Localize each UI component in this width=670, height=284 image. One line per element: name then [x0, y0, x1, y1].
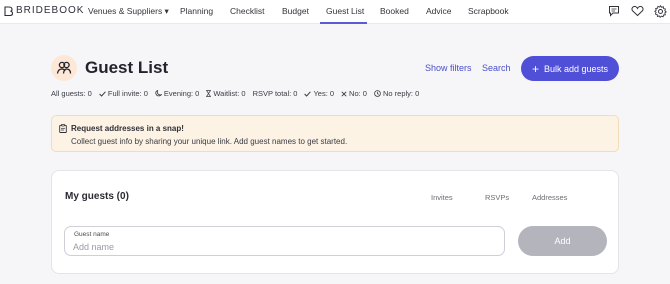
my-guests-title: My guests (0)	[65, 191, 129, 202]
guest-list-avatar	[51, 55, 77, 81]
column-rsvps: RSVPs	[485, 193, 510, 202]
my-guests-card: My guests (0) Invites RSVPs Addresses Gu…	[51, 170, 619, 274]
request-addresses-banner: Request addresses in a snap! Collect gue…	[51, 115, 619, 152]
stat-rsvp-total-text: RSVP total: 0	[252, 89, 298, 98]
stat-waitlist-text: Waitlist: 0	[213, 89, 246, 98]
guests-icon	[56, 61, 72, 74]
show-filters-link[interactable]: Show filters	[425, 63, 472, 73]
stat-rsvp-total: RSVP total: 0	[253, 89, 298, 98]
guest-name-label: Guest name	[74, 231, 110, 238]
stat-full-invite-text: Full invite: 0	[107, 89, 148, 98]
stat-full-invite: Full invite: 0	[99, 89, 148, 98]
plus-icon: +	[531, 61, 539, 76]
cross-icon	[341, 90, 347, 97]
stat-no-reply-text: No reply: 0	[382, 89, 420, 98]
nav-budget[interactable]: Budget	[282, 6, 309, 16]
stat-evening-text: Evening: 0	[163, 89, 200, 98]
check-icon	[99, 90, 106, 97]
bulk-add-guests-button[interactable]: + Bulk add guests	[521, 56, 619, 81]
settings-icon[interactable]	[653, 4, 667, 18]
stat-yes: Yes: 0	[304, 89, 334, 98]
guest-name-input[interactable]	[73, 240, 493, 253]
bridebook-logo[interactable]: BRIDEBOOK	[4, 5, 84, 16]
nav-scrapbook[interactable]: Scrapbook	[468, 6, 509, 16]
stat-waitlist: Waitlist: 0	[206, 89, 246, 98]
nav-guest-list[interactable]: Guest List	[326, 6, 364, 16]
stat-yes-text: Yes: 0	[313, 89, 335, 98]
banner-body: Collect guest info by sharing your uniqu…	[71, 137, 348, 146]
page-title: Guest List	[85, 58, 169, 77]
active-tab-indicator	[320, 22, 367, 24]
brand-name: BRIDEBOOK	[16, 5, 85, 16]
nav-planning[interactable]: Planning	[180, 6, 213, 16]
search-link[interactable]: Search	[482, 63, 511, 73]
nav-advice[interactable]: Advice	[426, 6, 452, 16]
column-invites: Invites	[431, 193, 453, 202]
stat-all-guests-text: All guests: 0	[51, 89, 92, 98]
clipboard-icon	[59, 124, 67, 133]
stat-all-guests: All guests: 0	[51, 89, 92, 98]
stat-no: No: 0	[341, 89, 367, 98]
bulk-add-guests-label: Bulk add guests	[543, 63, 609, 74]
chat-icon[interactable]	[607, 4, 621, 18]
guest-name-field[interactable]: Guest name	[64, 226, 505, 256]
banner-title: Request addresses in a snap!	[71, 124, 184, 133]
check-icon	[304, 90, 312, 97]
column-addresses: Addresses	[532, 193, 568, 202]
book-icon	[4, 5, 13, 16]
clock-icon	[374, 90, 381, 97]
hourglass-icon	[206, 90, 212, 97]
stat-no-text: No: 0	[349, 89, 367, 98]
stat-no-reply: No reply: 0	[374, 89, 419, 98]
nav-booked[interactable]: Booked	[380, 6, 409, 16]
guest-stats: All guests: 0 Full invite: 0 Evening: 0 …	[51, 89, 426, 98]
heart-icon[interactable]	[630, 4, 644, 18]
nav-checklist[interactable]: Checklist	[230, 6, 264, 16]
moon-icon	[155, 90, 162, 97]
add-guest-button[interactable]: Add	[518, 226, 607, 256]
nav-venues-suppliers[interactable]: Venues & Suppliers ▾	[88, 6, 169, 17]
top-navigation: BRIDEBOOK Venues & Suppliers ▾ Planning …	[0, 0, 670, 24]
stat-evening: Evening: 0	[155, 89, 199, 98]
